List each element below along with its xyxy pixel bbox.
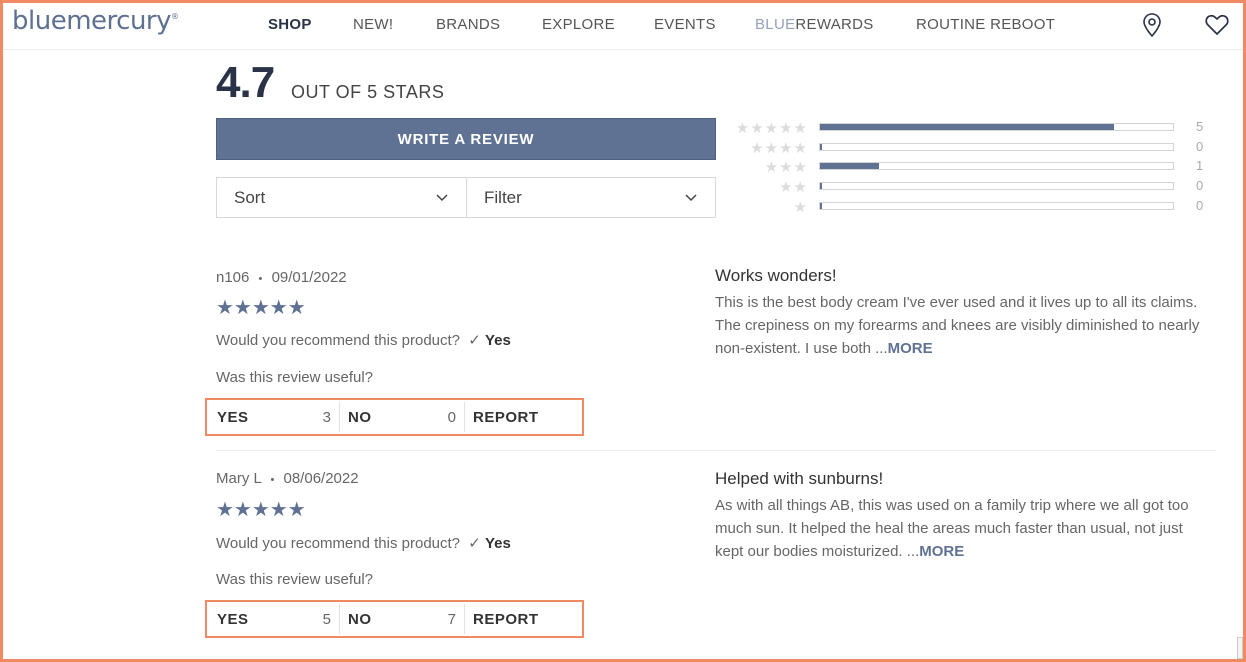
checkmark-icon: ✓ [468, 535, 481, 552]
vote-yes-button[interactable]: YES 5 [217, 604, 340, 634]
review-recommend: Would you recommend this product? ✓ Yes [216, 331, 511, 349]
read-more-link[interactable]: MORE [888, 340, 933, 357]
average-rating: 4.7 [216, 58, 275, 107]
write-review-button[interactable]: WRITE A REVIEW [216, 118, 716, 160]
review-title: Helped with sunburns! [715, 469, 884, 488]
review-body: This is the best body cream I've ever us… [715, 291, 1210, 360]
review-stars: ★★★★★ [216, 297, 306, 319]
vote-yes-label: YES [217, 610, 249, 628]
review-title: Works wonders! [715, 266, 837, 285]
review-author: n106 [216, 269, 250, 286]
nav-bluerewards-blue: BLUE [755, 16, 796, 33]
vote-no-count: 0 [447, 408, 456, 426]
location-pin-icon[interactable] [1140, 12, 1164, 38]
vote-yes-label: YES [217, 408, 249, 426]
histogram-fill [820, 183, 822, 189]
rating-out-of: OUT OF 5 STARS [291, 82, 445, 102]
histogram-bar [819, 182, 1174, 190]
nav-bluerewards-rest: REWARDS [795, 16, 874, 33]
read-more-link[interactable]: MORE [919, 543, 964, 560]
vote-no-count: 7 [447, 610, 456, 628]
histogram-count: 0 [1196, 139, 1204, 154]
vote-bar: YES 3 NO 0 REPORT [217, 402, 573, 432]
useful-question: Was this review useful? [216, 571, 374, 588]
filter-label: Filter [484, 187, 522, 207]
brand-logo[interactable]: bluemercury® [12, 6, 179, 36]
histogram-bar [819, 123, 1174, 131]
sort-label: Sort [234, 187, 266, 207]
nav-routine-reboot[interactable]: ROUTINE REBOOT [916, 16, 1055, 33]
review-divider [216, 450, 1216, 451]
scrollbar-corner[interactable] [1237, 637, 1243, 659]
report-button[interactable]: REPORT [465, 604, 573, 634]
review-body: As with all things AB, this was used on … [715, 494, 1210, 563]
histogram-fill [820, 144, 822, 150]
histogram-stars: ★★ [779, 179, 808, 196]
histogram-bar [819, 202, 1174, 210]
report-label: REPORT [473, 408, 539, 426]
recommend-answer: Yes [484, 535, 511, 552]
histogram-count: 0 [1196, 178, 1204, 193]
review-date: 08/06/2022 [283, 470, 359, 487]
review-meta: Mary L • 08/06/2022 [216, 470, 359, 487]
review-stars: ★★★★★ [216, 499, 306, 521]
vote-highlight-box: YES 5 NO 7 REPORT [205, 600, 584, 638]
recommend-answer: Yes [484, 332, 511, 349]
filter-dropdown[interactable]: Filter [466, 177, 716, 218]
histogram-row-4[interactable]: ★★★★ 0 [726, 139, 1216, 157]
vote-yes-count: 3 [322, 408, 331, 426]
nav-brands[interactable]: BRANDS [436, 16, 500, 33]
chevron-down-icon [685, 194, 697, 202]
nav-events[interactable]: EVENTS [654, 16, 716, 33]
vote-yes-button[interactable]: YES 3 [217, 402, 340, 432]
review-author: Mary L [216, 470, 262, 487]
review-body-text: This is the best body cream I've ever us… [715, 294, 1200, 357]
review-recommend: Would you recommend this product? ✓ Yes [216, 534, 511, 552]
nav-shop[interactable]: SHOP [268, 16, 312, 33]
histogram-bar [819, 162, 1174, 170]
nav-bluerewards[interactable]: BLUEREWARDS [755, 16, 874, 33]
checkmark-icon: ✓ [468, 332, 481, 349]
histogram-bar [819, 143, 1174, 151]
vote-highlight-box: YES 3 NO 0 REPORT [205, 398, 584, 436]
histogram-row-1[interactable]: ★ 0 [726, 198, 1216, 216]
nav-explore[interactable]: EXPLORE [542, 16, 615, 33]
chevron-down-icon [436, 194, 448, 202]
recommend-question: Would you recommend this product? [216, 332, 461, 349]
review-meta: n106 • 09/01/2022 [216, 269, 347, 286]
meta-separator: • [258, 273, 263, 285]
vote-no-label: NO [348, 610, 372, 628]
vote-no-button[interactable]: NO 7 [340, 604, 465, 634]
vote-bar: YES 5 NO 7 REPORT [217, 604, 573, 634]
histogram-count: 0 [1196, 198, 1204, 213]
report-button[interactable]: REPORT [465, 402, 573, 432]
histogram-fill [820, 203, 822, 209]
heart-icon[interactable] [1204, 12, 1230, 38]
histogram-stars: ★ [793, 199, 808, 216]
recommend-question: Would you recommend this product? [216, 535, 461, 552]
top-nav: bluemercury® SHOP NEW! BRANDS EXPLORE EV… [0, 0, 1246, 50]
vote-no-button[interactable]: NO 0 [340, 402, 465, 432]
histogram-fill [820, 163, 879, 169]
histogram-row-2[interactable]: ★★ 0 [726, 178, 1216, 196]
histogram-row-5[interactable]: ★★★★★ 5 [726, 119, 1216, 137]
histogram-count: 5 [1196, 119, 1204, 134]
meta-separator: • [270, 474, 275, 486]
review-date: 09/01/2022 [271, 269, 347, 286]
logo-text: bluemercury [12, 6, 172, 36]
histogram-stars: ★★★ [764, 159, 808, 176]
histogram-row-3[interactable]: ★★★ 1 [726, 158, 1216, 176]
vote-yes-count: 5 [322, 610, 331, 628]
nav-new[interactable]: NEW! [353, 16, 393, 33]
histogram-count: 1 [1196, 158, 1204, 173]
useful-question: Was this review useful? [216, 369, 374, 386]
histogram-stars: ★★★★★ [735, 120, 808, 137]
report-label: REPORT [473, 610, 539, 628]
histogram-fill [820, 124, 1115, 130]
vote-no-label: NO [348, 408, 372, 426]
logo-mark: ® [171, 12, 179, 21]
sort-dropdown[interactable]: Sort [216, 177, 467, 218]
histogram-stars: ★★★★ [750, 140, 808, 157]
